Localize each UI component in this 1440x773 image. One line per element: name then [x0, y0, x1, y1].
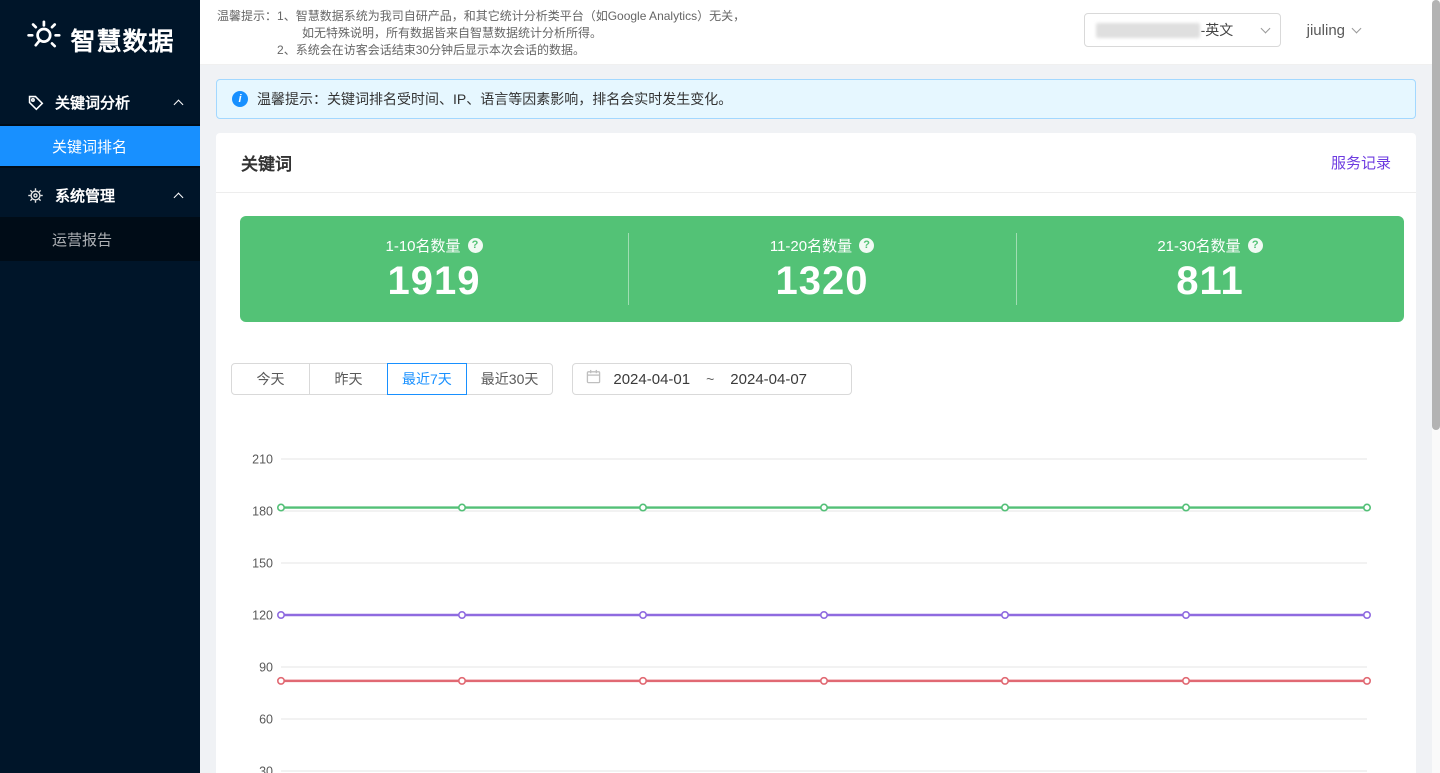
date-range-end: 2024-04-07 — [730, 371, 807, 388]
sidebar-item-keyword-analysis[interactable]: 关键词分析 — [0, 80, 200, 124]
notice-line: 1、智慧数据系统为我司自研产品，和其它统计分析类平台（如Google Analy… — [277, 8, 745, 25]
stat-value: 1919 — [388, 259, 481, 304]
app-title: 智慧数据 — [70, 22, 174, 58]
rank-trend-chart[interactable]: 210 180 150 120 90 60 30 — [216, 442, 1416, 773]
app-logo: 智慧数据 — [0, 0, 200, 80]
stat-label: 11-20名数量 — [770, 235, 852, 256]
question-circle-icon[interactable]: ? — [1248, 238, 1263, 253]
notice-line: 2、系统会在访客会话结束30分钟后显示本次会话的数据。 — [277, 42, 745, 59]
sidebar-item-label: 系统管理 — [55, 185, 115, 206]
stat-rank-1-10: 1-10名数量 ? 1919 — [240, 216, 628, 322]
sidebar-item-system-management[interactable]: 系统管理 — [0, 173, 200, 217]
page-title: 关键词 — [241, 150, 292, 175]
topbar-right: -英文 jiuling — [1084, 13, 1360, 47]
filter-row: 今天 昨天 最近7天 最近30天 2024-04-01 ~ 2024-04-07 — [231, 363, 1416, 395]
site-select-dropdown[interactable]: -英文 — [1084, 13, 1281, 47]
svg-text:60: 60 — [259, 713, 273, 727]
user-menu[interactable]: jiuling — [1307, 22, 1360, 39]
page-scrollbar[interactable] — [1432, 0, 1440, 773]
date-range-picker[interactable]: 2024-04-01 ~ 2024-04-07 — [572, 363, 852, 395]
stat-rank-21-30: 21-30名数量 ? 811 — [1016, 216, 1404, 322]
filter-today-button[interactable]: 今天 — [231, 363, 310, 395]
chevron-down-icon — [1352, 24, 1362, 34]
menu-group-keyword-analysis: 关键词分析 关键词排名 — [0, 80, 200, 168]
question-circle-icon[interactable]: ? — [859, 238, 874, 253]
submenu: 运营报告 — [0, 217, 200, 261]
site-language-suffix: -英文 — [1201, 20, 1234, 40]
stat-value: 1320 — [776, 259, 869, 304]
submenu: 关键词排名 — [0, 124, 200, 168]
card-header: 关键词 服务记录 — [216, 133, 1416, 193]
svg-text:210: 210 — [252, 453, 273, 467]
stat-value: 811 — [1176, 259, 1244, 304]
svg-text:120: 120 — [252, 609, 273, 623]
date-range-separator: ~ — [706, 371, 714, 387]
keyword-card: 关键词 服务记录 1-10名数量 ? 1919 11-20名数量 ? 1320 — [216, 133, 1416, 773]
service-records-link[interactable]: 服务记录 — [1331, 152, 1391, 173]
scrollbar-thumb[interactable] — [1432, 0, 1440, 430]
svg-text:150: 150 — [252, 557, 273, 571]
calendar-icon — [586, 369, 601, 389]
filter-last7days-button[interactable]: 最近7天 — [387, 363, 467, 395]
stat-rank-11-20: 11-20名数量 ? 1320 — [628, 216, 1016, 322]
sidebar-item-operations-report[interactable]: 运营报告 — [0, 219, 200, 259]
svg-text:30: 30 — [259, 765, 273, 773]
svg-text:90: 90 — [259, 661, 273, 675]
redacted-site-name — [1096, 23, 1200, 38]
sidebar-item-keyword-ranking[interactable]: 关键词排名 — [0, 126, 200, 166]
spark-magnifier-icon — [25, 20, 61, 61]
rank-stats-bar: 1-10名数量 ? 1919 11-20名数量 ? 1320 21-30名数量 … — [240, 216, 1404, 322]
notice-line: 如无特殊说明，所有数据皆来自智慧数据统计分析所得。 — [277, 25, 745, 42]
alert-text: 温馨提示：关键词排名受时间、IP、语言等因素影响，排名会实时发生变化。 — [257, 89, 732, 109]
notice-prefix: 温馨提示： — [217, 8, 277, 59]
filter-last30days-button[interactable]: 最近30天 — [466, 363, 554, 395]
svg-text:180: 180 — [252, 505, 273, 519]
sidebar-item-label: 关键词排名 — [52, 136, 127, 157]
chevron-up-icon — [174, 192, 184, 202]
date-filter-group: 今天 昨天 最近7天 最近30天 — [231, 363, 553, 395]
question-circle-icon[interactable]: ? — [468, 238, 483, 253]
filter-yesterday-button[interactable]: 昨天 — [309, 363, 388, 395]
menu-group-system-management: 系统管理 运营报告 — [0, 173, 200, 261]
info-alert: i 温馨提示：关键词排名受时间、IP、语言等因素影响，排名会实时发生变化。 — [216, 79, 1416, 119]
chevron-up-icon — [174, 99, 184, 109]
main-content: i 温馨提示：关键词排名受时间、IP、语言等因素影响，排名会实时发生变化。 关键… — [200, 65, 1432, 773]
stat-label: 1-10名数量 — [385, 235, 460, 256]
gear-icon — [27, 187, 44, 204]
sidebar: 智慧数据 关键词分析 关键词排名 — [0, 0, 200, 773]
date-range-start: 2024-04-01 — [613, 371, 690, 388]
chevron-down-icon — [1260, 24, 1270, 34]
sidebar-item-label: 关键词分析 — [55, 92, 130, 113]
username: jiuling — [1307, 22, 1345, 39]
topbar: 温馨提示： 1、智慧数据系统为我司自研产品，和其它统计分析类平台（如Google… — [200, 0, 1440, 65]
stat-label: 21-30名数量 — [1157, 235, 1240, 256]
info-icon: i — [232, 91, 248, 107]
tag-icon — [27, 94, 44, 111]
sidebar-item-label: 运营报告 — [52, 229, 112, 250]
